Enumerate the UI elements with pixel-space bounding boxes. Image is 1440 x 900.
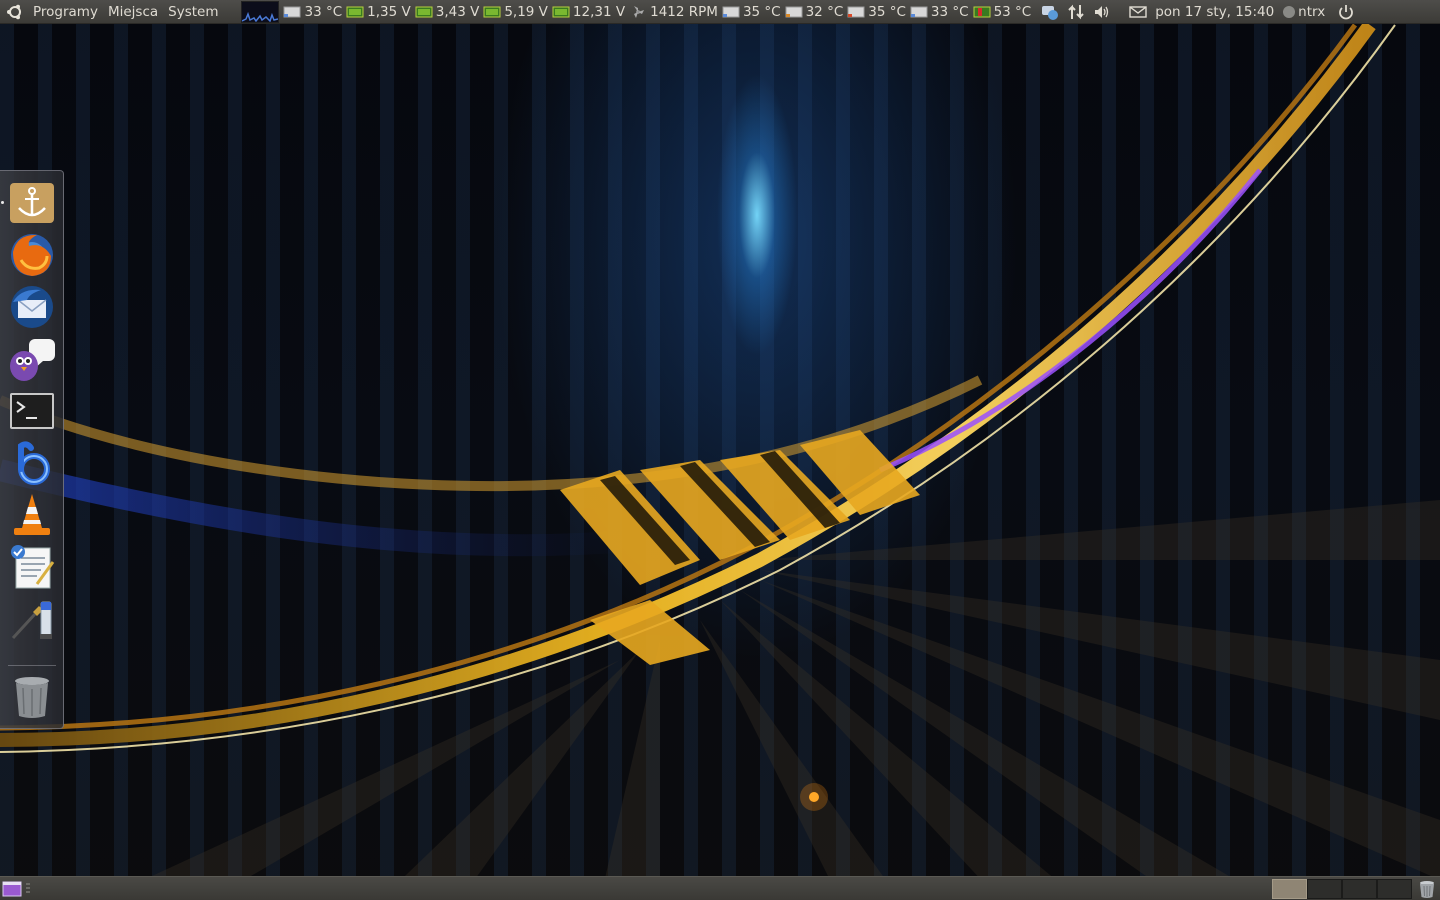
user-menu[interactable]: ntrx <box>1282 0 1333 24</box>
dock-item-vlc[interactable] <box>6 489 58 541</box>
vlc-icon <box>14 494 50 535</box>
sensor-voltage-4[interactable]: 12,31 V <box>552 4 625 20</box>
network-icon[interactable] <box>1067 3 1085 21</box>
workspace-3[interactable] <box>1342 879 1377 899</box>
power-icon[interactable] <box>1337 3 1355 21</box>
voltage-icon <box>483 6 501 17</box>
menu-programy[interactable]: Programy <box>28 4 103 20</box>
temperature-icon <box>847 6 865 17</box>
dock-separator <box>8 665 56 666</box>
dock-item-gimp[interactable] <box>6 593 58 645</box>
workspace-switcher[interactable] <box>1272 879 1412 899</box>
dock-item-text-editor[interactable] <box>6 541 58 593</box>
anchor-icon <box>10 183 54 223</box>
dock-item-firefox[interactable] <box>6 229 58 281</box>
sensor-temp-1[interactable]: 33 °C <box>283 4 342 20</box>
cpu-load-graph[interactable] <box>241 0 280 23</box>
sensor-voltage-3[interactable]: 5,19 V <box>483 4 548 20</box>
sensor-voltage-1[interactable]: 1,35 V <box>346 4 411 20</box>
temperature-icon <box>910 6 928 17</box>
fan-icon <box>634 5 645 18</box>
main-menu[interactable]: Programy Miejsca System <box>0 0 223 24</box>
firefox-icon <box>11 234 53 276</box>
terminal-icon <box>10 393 54 429</box>
sensor-voltage-2[interactable]: 3,43 V <box>415 4 479 20</box>
mail-icon[interactable] <box>1129 3 1147 21</box>
sensor-temp-hot[interactable]: 53 °C <box>973 4 1031 20</box>
ubuntu-logo-icon <box>7 4 21 19</box>
menu-system[interactable]: System <box>163 4 223 20</box>
workspace-2[interactable] <box>1307 879 1342 899</box>
user-name: ntrx <box>1298 3 1326 20</box>
hot-temperature-icon <box>973 6 991 17</box>
chat-status-icon[interactable] <box>1041 3 1059 21</box>
sensor-temp-4[interactable]: 35 °C <box>847 4 906 20</box>
volume-icon[interactable] <box>1093 3 1111 21</box>
thunderbird-icon <box>11 286 53 328</box>
docky-dock <box>0 170 64 729</box>
sensor-temp-3[interactable]: 32 °C <box>785 4 843 20</box>
banshee-icon <box>18 441 50 485</box>
dock-item-terminal[interactable] <box>6 385 58 437</box>
top-panel: Programy Miejsca System 33 °C 1,35 V 3,4… <box>0 0 1440 24</box>
temperature-icon <box>722 6 740 17</box>
sensor-temp-5[interactable]: 33 °C <box>910 4 969 20</box>
temperature-icon <box>283 6 301 17</box>
clock[interactable]: pon 17 sty, 15:40 <box>1155 4 1274 20</box>
pidgin-icon <box>10 339 55 381</box>
menu-miejsca[interactable]: Miejsca <box>103 4 163 20</box>
text-editor-icon <box>11 545 55 589</box>
panel-handle[interactable] <box>26 883 30 895</box>
sensor-fan[interactable]: 1412 RPM <box>629 4 718 20</box>
dock-item-pidgin[interactable] <box>6 333 58 385</box>
trash-icon <box>15 677 49 718</box>
voltage-icon <box>346 6 364 17</box>
dock-item-trash[interactable] <box>6 671 58 723</box>
workspace-1[interactable] <box>1272 879 1307 899</box>
wallpaper-art <box>0 20 1440 900</box>
trash-applet-icon[interactable] <box>1417 879 1437 899</box>
show-desktop-icon[interactable] <box>2 880 22 898</box>
voltage-icon <box>415 6 433 17</box>
bottom-panel <box>0 876 1440 900</box>
dock-item-docky[interactable] <box>6 177 58 229</box>
user-status-icon <box>1283 5 1296 18</box>
voltage-icon <box>552 6 570 17</box>
dock-item-banshee[interactable] <box>6 437 58 489</box>
gimp-icon <box>11 601 52 640</box>
desktop-wallpaper <box>0 0 1440 900</box>
temperature-icon <box>785 6 803 17</box>
active-indicator <box>1 201 4 204</box>
workspace-4[interactable] <box>1377 879 1412 899</box>
dock-item-thunderbird[interactable] <box>6 281 58 333</box>
sensor-temp-2[interactable]: 35 °C <box>722 4 781 20</box>
